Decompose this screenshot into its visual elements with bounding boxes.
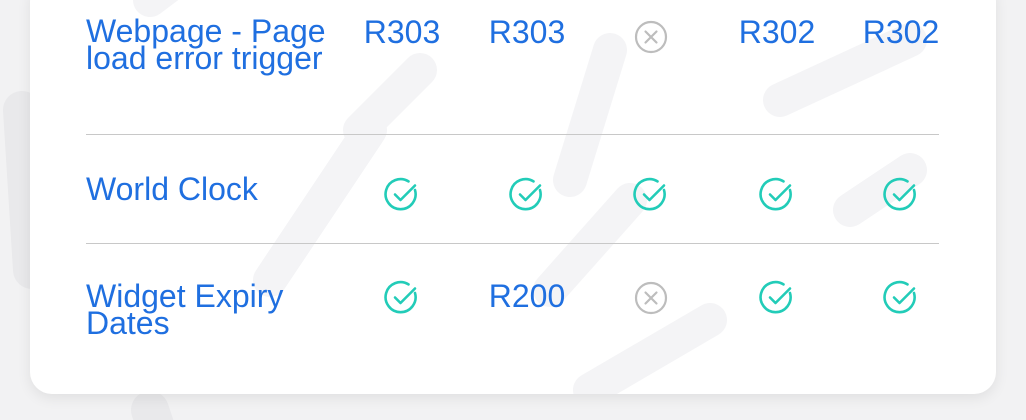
check-circle-icon	[509, 177, 542, 211]
table-row-widget-expiry-dates: Widget Expiry Dates R200	[86, 244, 939, 374]
cell-value: R303	[488, 14, 566, 50]
cell-value: R302	[738, 14, 816, 50]
check-circle-icon	[633, 177, 666, 211]
cell-value: R303	[363, 14, 441, 50]
plan-cell	[347, 280, 457, 321]
x-circle-icon	[634, 20, 668, 54]
plan-cell: R303	[347, 14, 457, 50]
comparison-table: Webpage - Page load error trigger R303 R…	[86, 0, 939, 374]
plan-cell: R303	[472, 14, 582, 50]
check-circle-icon	[759, 280, 792, 314]
table-row-page-load-error-trigger: Webpage - Page load error trigger R303 R…	[86, 0, 939, 135]
plan-cell: R200	[472, 278, 582, 314]
plan-cell	[722, 177, 832, 218]
table-row-world-clock: World Clock	[86, 135, 939, 244]
plan-cell: R302	[722, 14, 832, 50]
feature-label: Widget Expiry Dates	[86, 278, 284, 341]
plan-cell	[472, 177, 582, 218]
plan-cell	[596, 280, 706, 321]
plan-cell	[846, 280, 956, 321]
check-circle-icon	[384, 177, 417, 211]
feature-label: World Clock	[86, 171, 258, 207]
check-circle-icon	[883, 177, 916, 211]
cell-value: R200	[488, 278, 566, 314]
plan-cell	[596, 19, 706, 60]
check-circle-icon	[883, 280, 916, 314]
feature-label: Webpage - Page load error trigger	[86, 13, 326, 76]
plan-cell	[596, 177, 706, 218]
x-circle-icon	[634, 281, 668, 315]
check-circle-icon	[384, 280, 417, 314]
check-circle-icon	[759, 177, 792, 211]
plan-cell	[347, 177, 457, 218]
plan-cell: R302	[846, 14, 956, 50]
plan-cell	[722, 280, 832, 321]
comparison-card: Webpage - Page load error trigger R303 R…	[30, 0, 996, 394]
cell-value: R302	[862, 14, 940, 50]
plan-cell	[846, 177, 956, 218]
